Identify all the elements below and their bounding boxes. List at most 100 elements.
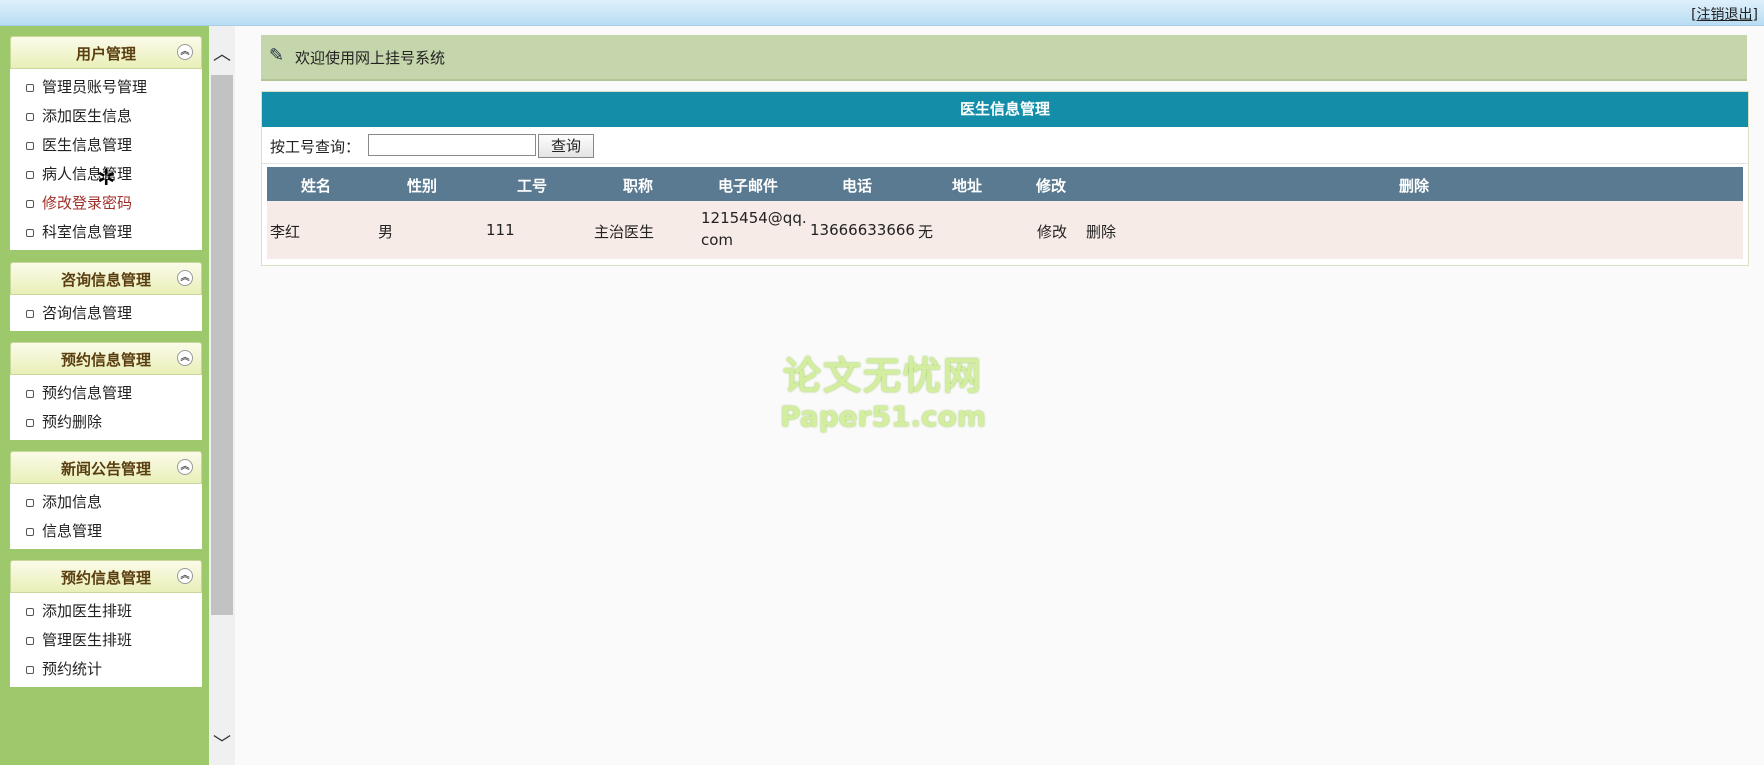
menu-group-title: 新闻公告管理 <box>60 460 151 478</box>
menu-group-title: 预约信息管理 <box>60 569 151 587</box>
scroll-up-icon[interactable]: ︿ <box>209 40 235 66</box>
menu-group-header[interactable]: 新闻公告管理 ︽ <box>10 451 202 484</box>
column-header-address: 地址 <box>952 177 983 195</box>
bullet-icon <box>26 665 34 674</box>
panel-title: 医生信息管理 <box>262 92 1748 127</box>
sidebar-item-label: 管理员账号管理 <box>42 78 148 96</box>
bullet-icon <box>26 228 34 237</box>
sidebar-item-appointment-info[interactable]: 预约信息管理 <box>10 379 202 408</box>
menu-group-title: 用户管理 <box>75 45 136 63</box>
bullet-icon <box>26 418 34 427</box>
bullet-icon <box>26 607 34 616</box>
bullet-icon <box>26 389 34 398</box>
sidebar-item-add-news[interactable]: 添加信息 <box>10 488 202 517</box>
welcome-text: 欢迎使用网上挂号系统 <box>295 49 446 67</box>
watermark-line1: 论文无忧网 <box>782 354 983 398</box>
sidebar-item-label: 预约统计 <box>42 660 103 678</box>
menu-group-header[interactable]: 预约信息管理 ︽ <box>10 560 202 593</box>
collapse-icon[interactable]: ︽ <box>177 44 193 60</box>
edit-link[interactable]: 修改 <box>1037 221 1067 242</box>
cell-title: 主治医生 <box>594 223 655 241</box>
sidebar-item-change-password[interactable]: 修改登录密码 <box>10 189 202 218</box>
column-header-title: 职称 <box>623 177 654 195</box>
column-header-gender: 性别 <box>407 177 438 195</box>
search-label: 按工号查询： <box>270 138 361 156</box>
sidebar-item-add-schedule[interactable]: 添加医生排班 <box>10 597 202 626</box>
search-row: 按工号查询： 查询 <box>262 127 1748 164</box>
menu-group-appointment: 预约信息管理 ︽ 预约信息管理 预约删除 <box>10 342 202 440</box>
collapse-icon[interactable]: ︽ <box>177 568 193 584</box>
sidebar-item-label: 医生信息管理 <box>42 136 133 154</box>
sidebar-item-consult-info[interactable]: 咨询信息管理 <box>10 299 202 328</box>
book-icon: ✎ <box>269 45 285 66</box>
menu-group-consult: 咨询信息管理 ︽ 咨询信息管理 <box>10 262 202 331</box>
bullet-icon <box>26 309 34 318</box>
menu-group-user: 用户管理 ︽ 管理员账号管理 添加医生信息 医生信息管理 病人信息管理 修改登录… <box>10 36 202 250</box>
employee-id-search-input[interactable] <box>368 134 536 156</box>
bullet-icon <box>26 112 34 121</box>
sidebar-item-label: 病人信息管理 <box>42 165 133 183</box>
menu-group-title: 咨询信息管理 <box>60 271 151 289</box>
menu-group-news: 新闻公告管理 ︽ 添加信息 信息管理 <box>10 451 202 549</box>
cell-gender: 男 <box>378 223 394 241</box>
cell-phone: 13666633666 <box>810 221 915 239</box>
collapse-icon[interactable]: ︽ <box>177 350 193 366</box>
table-header: 姓名 性别 工号 职称 电子邮件 电话 地址 修改 删除 <box>267 167 1743 201</box>
collapse-icon[interactable]: ︽ <box>177 270 193 286</box>
sidebar: 用户管理 ︽ 管理员账号管理 添加医生信息 医生信息管理 病人信息管理 修改登录… <box>0 26 209 765</box>
cell-employee-id: 111 <box>486 221 515 239</box>
sidebar-item-doctor-info[interactable]: 医生信息管理 <box>10 131 202 160</box>
watermark-line2: Paper51.com <box>779 400 987 433</box>
sidebar-item-label: 添加信息 <box>42 493 103 511</box>
bullet-icon <box>26 141 34 150</box>
sidebar-item-departments[interactable]: 科室信息管理 <box>10 218 202 247</box>
bullet-icon <box>26 636 34 645</box>
sidebar-item-news-manage[interactable]: 信息管理 <box>10 517 202 546</box>
doctor-table: 姓名 性别 工号 职称 电子邮件 电话 地址 修改 删除 李红 男 111 主治… <box>267 167 1743 259</box>
menu-group-title: 预约信息管理 <box>60 351 151 369</box>
cell-email: 1215454@qq.com <box>701 209 807 249</box>
bullet-icon <box>26 199 34 208</box>
column-header-email: 电子邮件 <box>718 177 779 195</box>
menu-group-header[interactable]: 预约信息管理 ︽ <box>10 342 202 375</box>
sidebar-item-label: 添加医生排班 <box>42 602 133 620</box>
column-header-phone: 电话 <box>842 177 873 195</box>
sidebar-item-label: 修改登录密码 <box>42 194 133 212</box>
sidebar-item-label: 预约删除 <box>42 413 103 431</box>
menu-group-schedule: 预约信息管理 ︽ 添加医生排班 管理医生排班 预约统计 <box>10 560 202 687</box>
scroll-down-icon[interactable]: ﹀ <box>209 730 235 756</box>
cell-name: 李红 <box>270 223 301 241</box>
bullet-icon <box>26 498 34 507</box>
sidebar-item-appointment-delete[interactable]: 预约删除 <box>10 408 202 437</box>
scrollbar-thumb[interactable] <box>211 75 233 615</box>
watermark: 论文无忧网 Paper51.com <box>778 345 988 433</box>
logout-link[interactable]: [注销退出] <box>1691 4 1758 24</box>
delete-link[interactable]: 删除 <box>1086 221 1116 242</box>
busy-cursor-icon: ✲ <box>97 166 116 191</box>
sidebar-item-manage-schedule[interactable]: 管理医生排班 <box>10 626 202 655</box>
sidebar-item-label: 信息管理 <box>42 522 103 540</box>
menu-group-header[interactable]: 咨询信息管理 ︽ <box>10 262 202 295</box>
bullet-icon <box>26 170 34 179</box>
sidebar-item-label: 预约信息管理 <box>42 384 133 402</box>
welcome-bar: ✎ 欢迎使用网上挂号系统 <box>261 35 1747 81</box>
cell-address: 无 <box>918 223 934 241</box>
table-row: 李红 男 111 主治医生 1215454@qq.com 13666633666… <box>267 201 1743 259</box>
bullet-icon <box>26 83 34 92</box>
sidebar-item-label: 科室信息管理 <box>42 223 133 241</box>
doctor-info-panel: 医生信息管理 按工号查询： 查询 姓名 性别 工号 职称 电子邮件 电话 地址 … <box>261 91 1749 266</box>
bullet-icon <box>26 527 34 536</box>
column-header-name: 姓名 <box>301 177 332 195</box>
sidebar-item-label: 添加医生信息 <box>42 107 133 125</box>
sidebar-item-appointment-stats[interactable]: 预约统计 <box>10 655 202 684</box>
sidebar-item-add-doctor[interactable]: 添加医生信息 <box>10 102 202 131</box>
column-header-delete: 删除 <box>1399 177 1430 195</box>
sidebar-item-label: 咨询信息管理 <box>42 304 133 322</box>
menu-group-header[interactable]: 用户管理 ︽ <box>10 36 202 69</box>
column-header-edit: 修改 <box>1036 177 1067 195</box>
sidebar-item-admin-accounts[interactable]: 管理员账号管理 <box>10 73 202 102</box>
column-header-employee-id: 工号 <box>517 177 548 195</box>
search-button[interactable]: 查询 <box>538 134 594 158</box>
collapse-icon[interactable]: ︽ <box>177 459 193 475</box>
sidebar-item-label: 管理医生排班 <box>42 631 133 649</box>
